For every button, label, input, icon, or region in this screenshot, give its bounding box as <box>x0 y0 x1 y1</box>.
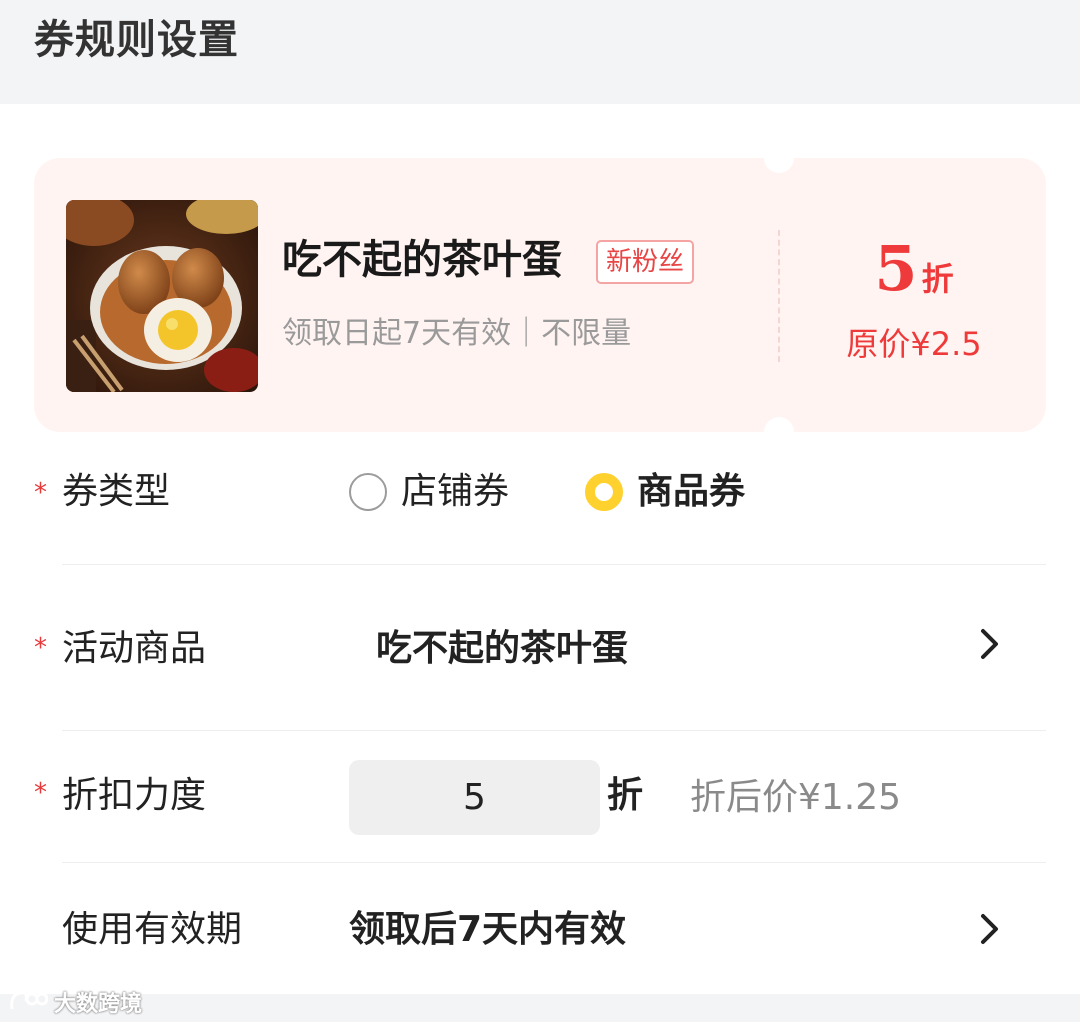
discount-unit: 折 <box>921 260 954 298</box>
tea-egg-photo-icon <box>66 200 258 392</box>
discount-unit-label: 折 <box>607 775 644 816</box>
radio-store-coupon[interactable]: 店铺券 <box>349 467 509 517</box>
page-header: 券规则设置 <box>0 0 1080 104</box>
chevron-right-icon[interactable] <box>968 907 1012 951</box>
new-fans-badge: 新粉丝 <box>596 240 695 284</box>
watermark-logo-icon <box>10 991 48 1010</box>
discount-label: 折扣力度 <box>62 775 207 816</box>
row-divider <box>62 730 1046 731</box>
coupon-product-title: 吃不起的茶叶蛋 <box>282 237 562 283</box>
ticket-notch-top <box>764 143 794 173</box>
row-divider <box>62 564 1046 565</box>
activity-product-value[interactable]: 吃不起的茶叶蛋 <box>376 624 628 674</box>
original-price: 原价¥2.5 <box>846 325 982 363</box>
validity-period-label: 使用有效期 <box>62 909 243 950</box>
discount-input[interactable] <box>349 760 600 835</box>
coupon-validity-text: 领取日起7天有效｜不限量 <box>282 316 632 351</box>
coupon-discount: 5折 <box>794 234 1034 320</box>
activity-product-label: 活动商品 <box>62 628 207 669</box>
ticket-notch-bottom <box>764 417 794 447</box>
chevron-right-icon[interactable] <box>968 622 1012 666</box>
radio-circle-unchecked-icon <box>349 473 387 511</box>
coupon-preview-card: 吃不起的茶叶蛋 新粉丝 领取日起7天有效｜不限量 5折 原价¥2.5 <box>34 143 1046 447</box>
radio-circle-checked-icon <box>585 473 623 511</box>
radio-product-coupon[interactable]: 商品券 <box>585 467 745 517</box>
validity-period-value[interactable]: 领取后7天内有效 <box>349 905 626 955</box>
page-title: 券规则设置 <box>34 17 239 63</box>
required-mark: * <box>34 778 47 808</box>
coupon-type-label: 券类型 <box>62 471 171 512</box>
discount-value: 5 <box>874 232 918 305</box>
after-discount-price: 折后价¥1.25 <box>690 777 902 818</box>
watermark: 大数跨境 <box>8 986 142 1018</box>
required-mark: * <box>34 478 47 508</box>
radio-label: 商品券 <box>637 471 746 512</box>
coupon-divider <box>778 230 780 362</box>
radio-label: 店铺券 <box>401 471 510 512</box>
row-divider <box>62 862 1046 863</box>
required-mark: * <box>34 633 47 663</box>
watermark-text: 大数跨境 <box>54 992 143 1017</box>
bottom-strip <box>0 994 1080 1022</box>
product-thumbnail <box>66 200 258 392</box>
